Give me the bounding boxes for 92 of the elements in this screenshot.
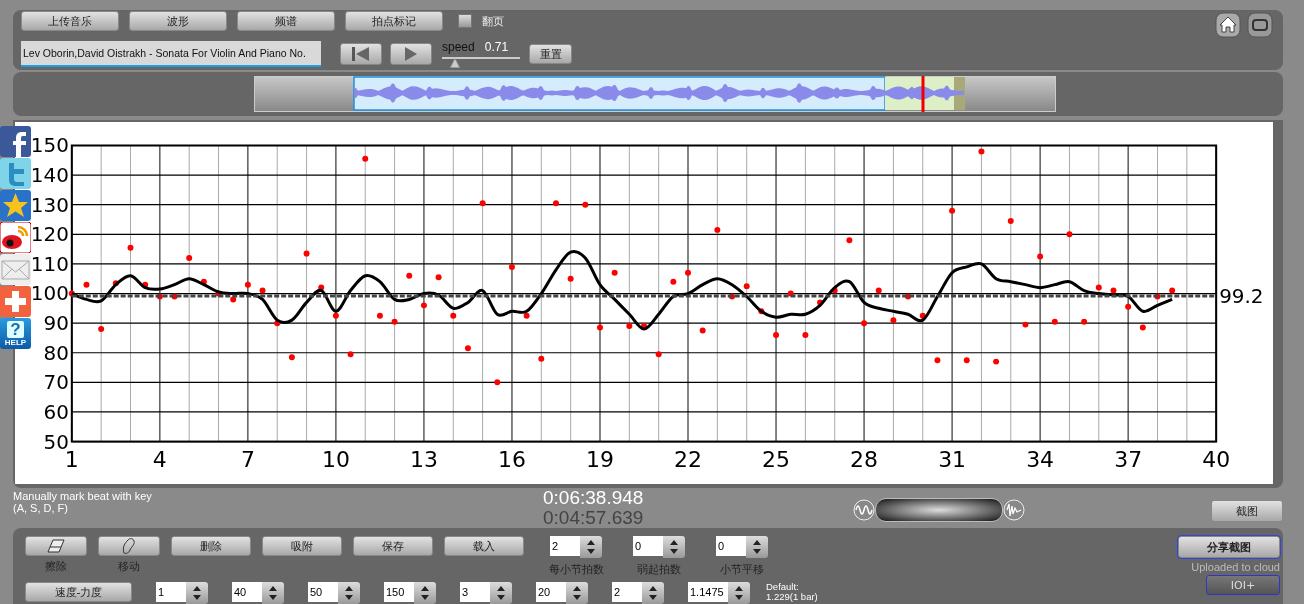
number-field[interactable]: 40: [232, 582, 262, 602]
toolbar-button[interactable]: 拍点标记: [345, 11, 443, 31]
number-field[interactable]: 1.1475: [688, 582, 728, 602]
y-tick-label: 60: [43, 400, 69, 424]
skip-back-icon: [352, 47, 370, 61]
toolbar-button[interactable]: 波形: [129, 11, 227, 31]
spinner-arrows-icon[interactable]: [566, 582, 588, 604]
tool-button[interactable]: 载入: [444, 536, 524, 556]
number-field[interactable]: 150: [384, 582, 414, 602]
speed-label: speed: [442, 40, 475, 54]
toolbar-button[interactable]: 上传音乐: [21, 11, 119, 31]
play-icon: [405, 47, 417, 61]
current-time: 0:04:57.639: [543, 508, 644, 528]
plus-icon[interactable]: [0, 286, 31, 317]
y-tick-label: 100: [30, 282, 69, 306]
x-tick-label: 10: [321, 447, 350, 473]
decaying-wave-icon[interactable]: [1003, 499, 1026, 521]
total-time: 0:06:38.948: [543, 488, 644, 508]
x-tick-label: 13: [410, 447, 438, 473]
spinner-arrows-icon[interactable]: [490, 582, 512, 604]
tool-label: 移动: [118, 559, 140, 574]
y-tick-label: 90: [43, 312, 69, 336]
tool-button[interactable]: 删除: [171, 536, 251, 556]
toolbar-button[interactable]: 频谱: [237, 11, 335, 31]
mean-label: 99.2: [1219, 284, 1264, 308]
spinner-arrows-icon[interactable]: [642, 582, 664, 604]
help-button[interactable]: ? HELP: [0, 318, 31, 349]
play-button[interactable]: [390, 43, 432, 65]
setting-label: 弱起拍数: [637, 562, 681, 577]
upload-status: Uploaded to cloud: [1191, 561, 1280, 573]
default-note: Default:: [766, 582, 800, 592]
spinner-arrows-icon[interactable]: [262, 582, 284, 604]
slider-thumb[interactable]: [449, 58, 460, 68]
y-tick-label: 120: [30, 223, 69, 247]
number-field[interactable]: 20: [536, 582, 566, 602]
spinner-arrows-icon[interactable]: [186, 582, 208, 604]
x-tick-label: 40: [1202, 447, 1231, 473]
share-screenshot-button[interactable]: 分享截图: [1178, 536, 1280, 558]
screenshot-button[interactable]: 截图: [1211, 500, 1283, 522]
hint-text: Manually mark beat with key: [13, 490, 153, 502]
number-field[interactable]: 2: [550, 536, 580, 556]
waveform-overview[interactable]: [254, 76, 1056, 112]
x-tick-label: 25: [762, 447, 790, 473]
tempo-dynamics-button[interactable]: 速度-力度: [25, 582, 132, 602]
x-tick-label: 22: [674, 447, 702, 473]
fullscreen-icon[interactable]: [1247, 12, 1273, 38]
setting-label: 小节平移: [720, 562, 764, 577]
page-turn-label: 翻页: [482, 13, 504, 29]
y-tick-label: 140: [30, 164, 69, 188]
page-turn-checkbox[interactable]: [458, 14, 472, 28]
spinner-arrows-icon[interactable]: [746, 536, 768, 558]
wave-icon[interactable]: [853, 499, 876, 521]
x-tick-label: 16: [498, 447, 526, 473]
reset-button[interactable]: 重置: [529, 44, 572, 64]
eraser-button[interactable]: [25, 536, 87, 556]
spinner-arrows-icon[interactable]: [728, 582, 750, 604]
eye-signal-icon[interactable]: [0, 222, 31, 253]
spinner-arrows-icon[interactable]: [663, 536, 685, 558]
eraser-icon: [47, 539, 65, 553]
default-note: 1.229(1 bar): [766, 592, 818, 602]
number-field[interactable]: 0: [633, 536, 663, 556]
home-icon[interactable]: [1215, 12, 1241, 38]
spinner-arrows-icon[interactable]: [580, 536, 602, 558]
setting-label: 每小节拍数: [548, 562, 604, 577]
hint-text: (A, S, D, F): [13, 502, 69, 514]
tool-button[interactable]: 吸附: [262, 536, 342, 556]
number-field[interactable]: 1: [156, 582, 186, 602]
spinner-arrows-icon[interactable]: [338, 582, 360, 604]
track-title-field[interactable]: Lev Oborin,David Oistrakh - Sonata For Violin And Piano No.: [21, 41, 321, 67]
number-field[interactable]: 2: [612, 582, 642, 602]
x-tick-label: 19: [586, 447, 614, 473]
jog-wheel[interactable]: [875, 498, 1004, 522]
y-tick-label: 150: [30, 134, 69, 158]
spinner-arrows-icon[interactable]: [414, 582, 436, 604]
x-tick-label: 4: [152, 447, 167, 473]
y-tick-label: 110: [30, 252, 69, 276]
y-tick-label: 70: [43, 371, 69, 395]
x-tick-label: 34: [1026, 447, 1055, 473]
tool-label: 擦除: [45, 559, 67, 574]
letter-f-icon[interactable]: [0, 126, 31, 157]
tool-button[interactable]: 保存: [353, 536, 433, 556]
x-tick-label: 31: [938, 447, 967, 473]
y-tick-label: 80: [43, 341, 69, 365]
rewind-button[interactable]: [340, 43, 382, 65]
speed-value: 0.71: [484, 40, 509, 54]
x-tick-label: 28: [850, 447, 878, 473]
x-tick-label: 37: [1114, 447, 1143, 473]
x-tick-label: 7: [240, 447, 255, 473]
number-field[interactable]: 50: [308, 582, 338, 602]
y-tick-label: 130: [30, 193, 69, 217]
number-field[interactable]: 3: [460, 582, 490, 602]
number-field[interactable]: 0: [716, 536, 746, 556]
